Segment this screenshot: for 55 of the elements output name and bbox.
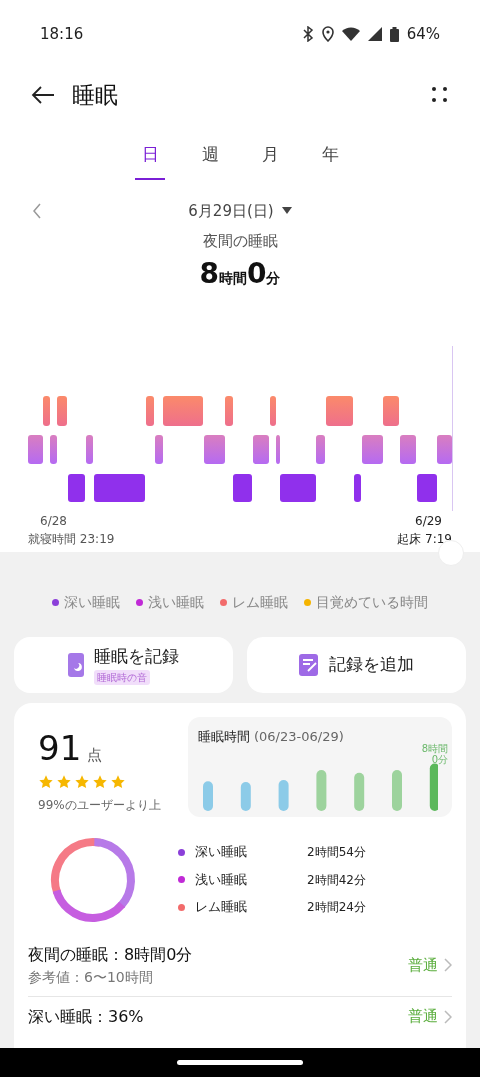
- score-comparison: 99%のユーザーより上: [38, 796, 162, 814]
- star-icon: [110, 773, 126, 790]
- breakdown-label: 浅い睡眠: [195, 870, 248, 889]
- note-edit-icon: [299, 653, 319, 676]
- metric-row[interactable]: 深い睡眠：36% 普通: [28, 996, 452, 1037]
- summary-label: 夜間の睡眠: [201, 231, 279, 252]
- period-tab[interactable]: 年: [315, 142, 345, 180]
- metric-reference: 参考値：6〜10時間: [28, 967, 154, 987]
- page-title: 睡眠: [72, 80, 118, 110]
- last-bar-label: 8時間 0分: [421, 742, 448, 765]
- breakdown-label: レム睡眠: [195, 898, 248, 917]
- date-label[interactable]: 6月29日(日): [188, 199, 274, 223]
- legend-label: 深い睡眠: [64, 592, 120, 612]
- period-tab[interactable]: 週: [195, 142, 225, 180]
- legend-label: 浅い睡眠: [148, 592, 204, 612]
- metric-title: 夜間の睡眠：8時間0分: [28, 943, 194, 966]
- battery-icon: [389, 26, 399, 42]
- legend-label: 目覚めている時間: [316, 592, 428, 612]
- legend-label: レム睡眠: [232, 592, 288, 612]
- metric-rating: 普通: [408, 954, 438, 976]
- metric-rating: 普通: [408, 1006, 438, 1028]
- period-tab[interactable]: 日: [135, 142, 165, 180]
- star-icon: [74, 773, 90, 790]
- metric-title: 深い睡眠：36%: [28, 1005, 145, 1028]
- score-unit: 点: [87, 744, 103, 766]
- weekly-chart-range: (06/23-06/29): [254, 727, 344, 746]
- metric-row[interactable]: 夜間の睡眠：8時間0分 参考値：6〜10時間 普通: [28, 934, 452, 997]
- breakdown-value: 2時間24分: [307, 899, 366, 916]
- chevron-icon: [444, 958, 452, 972]
- location-icon: [321, 26, 334, 42]
- previous-icon[interactable]: [32, 203, 42, 219]
- star-icon: [38, 773, 54, 790]
- sound-badge: 睡眠時の音: [94, 669, 150, 685]
- battery-level: 64%: [406, 23, 440, 45]
- breakdown-label: 深い睡眠: [195, 843, 248, 862]
- signal-icon: [367, 27, 382, 41]
- bedtime-date: 6/28: [40, 512, 67, 530]
- sleep-score: 91: [38, 726, 82, 770]
- breakdown-value: 2時間54分: [307, 844, 366, 861]
- wake-date: 6/29: [415, 512, 442, 530]
- chevron-icon: [444, 1009, 452, 1024]
- summary-value: 8時間0分: [199, 255, 281, 292]
- phone-moon-icon: [68, 652, 84, 677]
- wifi-icon: [341, 27, 360, 41]
- status-time: 18:16: [40, 23, 84, 45]
- bedtime-label: 就寝時間 23:19: [28, 530, 115, 548]
- star-icon: [92, 773, 108, 790]
- action-button[interactable]: 睡眠を記録 睡眠時の音: [14, 636, 233, 693]
- dropdown-icon[interactable]: [281, 207, 292, 215]
- action-button[interactable]: 記録を追加: [247, 636, 466, 693]
- period-tab[interactable]: 月: [255, 142, 285, 180]
- bluetooth-icon: [301, 26, 314, 42]
- breakdown-value: 2時間42分: [307, 871, 366, 889]
- star-icon: [56, 773, 72, 790]
- weekly-chart-title: 睡眠時間: [198, 727, 250, 746]
